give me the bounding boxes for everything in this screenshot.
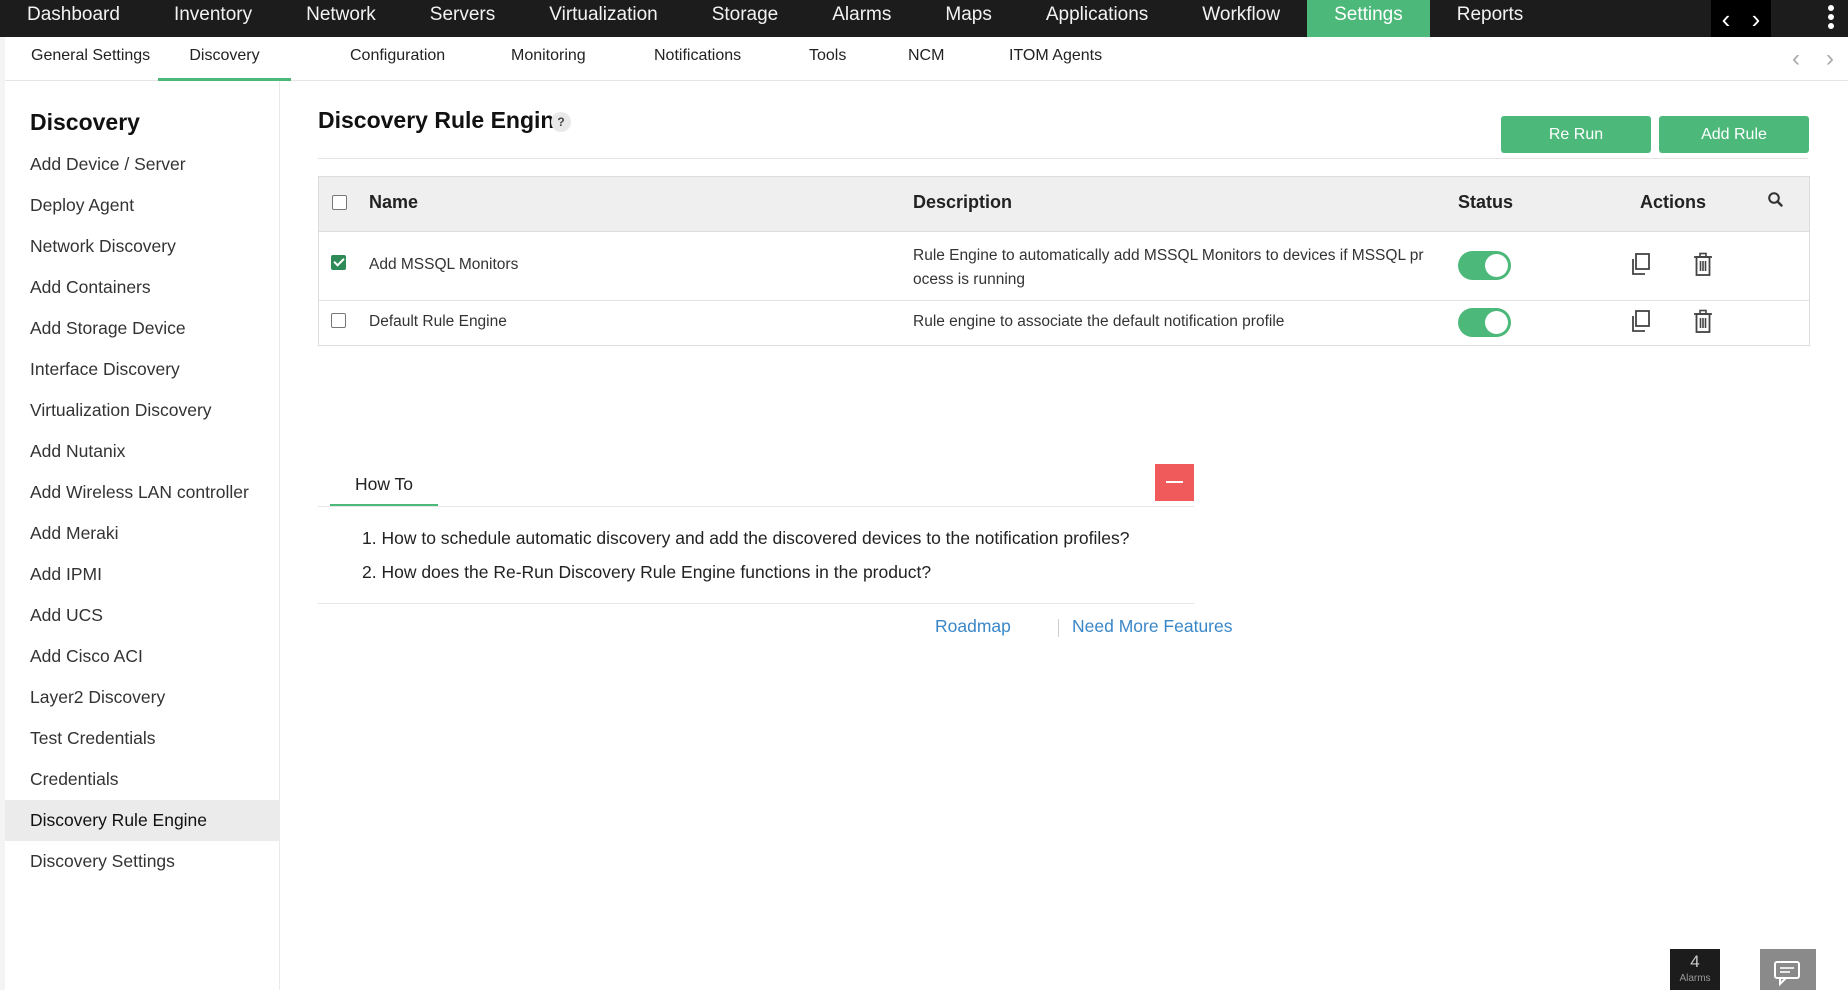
row-checkbox[interactable] [331,313,346,328]
need-more-features-link[interactable]: Need More Features [1072,616,1233,637]
main-content: Discovery Rule Engine ? Re Run Add Rule … [280,81,1848,990]
status-toggle[interactable] [1458,308,1511,337]
sidebar-item-add-nutanix[interactable]: Add Nutanix [5,431,280,472]
sidebar-item-layer2-discovery[interactable]: Layer2 Discovery [5,677,280,718]
top-nav-maps[interactable]: Maps [918,0,1018,37]
page-title: Discovery Rule Engine [318,107,568,133]
chevron-right-icon[interactable]: › [1752,4,1761,34]
rerun-button[interactable]: Re Run [1501,116,1651,153]
top-nav-workflow[interactable]: Workflow [1175,0,1307,37]
rule-description-line: Rule engine to associate the default not… [913,313,1285,330]
rule-description-line: ocess is running [913,271,1026,288]
tab-how-to[interactable]: How To [330,462,438,506]
link-separator [1058,619,1059,637]
howto-question-link[interactable]: 1. How to schedule automatic discovery a… [362,528,1130,549]
top-nav-dashboard[interactable]: Dashboard [0,0,147,37]
alarm-count-badge[interactable]: 4 Alarms [1670,949,1720,990]
row-checkbox[interactable] [331,255,346,270]
top-nav-scroll: ‹ › [1711,0,1771,37]
rules-table: Name Description Status Actions Add MSSQ… [318,176,1810,346]
column-header-status[interactable]: Status [1458,177,1513,228]
sidebar-item-add-cisco-aci[interactable]: Add Cisco ACI [5,636,280,677]
search-icon[interactable] [1767,191,1784,208]
trash-icon[interactable] [1691,252,1715,278]
sidebar-item-add-ipmi[interactable]: Add IPMI [5,554,280,595]
title-divider [318,158,1808,159]
collapse-icon[interactable] [1155,464,1194,501]
tab-discovery[interactable]: Discovery [158,37,291,81]
sidebar: Discovery Add Device / Server Deploy Age… [5,81,280,990]
copy-icon[interactable] [1629,252,1653,278]
sidebar-item-virtualization-discovery[interactable]: Virtualization Discovery [5,390,280,431]
sidebar-item-add-ucs[interactable]: Add UCS [5,595,280,636]
sidebar-item-interface-discovery[interactable]: Interface Discovery [5,349,280,390]
alarm-label: Alarms [1679,973,1711,984]
copy-icon[interactable] [1629,309,1653,335]
table-header: Name Description Status Actions [319,177,1809,232]
howto-divider [318,506,1194,507]
roadmap-link[interactable]: Roadmap [935,616,1011,637]
top-nav-network[interactable]: Network [279,0,403,37]
sidebar-item-test-credentials[interactable]: Test Credentials [5,718,280,759]
sidebar-title: Discovery [30,109,140,135]
chat-icon [1774,961,1800,987]
tab-itom-agents[interactable]: ITOM Agents [1009,37,1102,81]
more-menu-icon[interactable] [1821,3,1841,33]
sub-nav: General Settings Discovery Configuration… [5,37,1848,81]
help-icon[interactable]: ? [551,112,571,132]
chevron-left-icon[interactable]: ‹ [1722,4,1731,34]
top-nav-servers[interactable]: Servers [403,0,522,37]
howto-bottom-divider [318,603,1194,604]
sidebar-item-credentials[interactable]: Credentials [5,759,280,800]
top-nav-alarms[interactable]: Alarms [805,0,918,37]
column-header-name[interactable]: Name [369,177,418,228]
table-row: Add MSSQL Monitors Rule Engine to automa… [319,232,1809,301]
column-header-actions: Actions [1640,192,1707,212]
sidebar-item-discovery-settings[interactable]: Discovery Settings [5,841,280,882]
top-nav-reports[interactable]: Reports [1430,0,1551,37]
tab-tools[interactable]: Tools [809,37,846,81]
top-nav-settings[interactable]: Settings [1307,0,1430,37]
top-nav-items: Dashboard Inventory Network Servers Virt… [0,0,1550,37]
top-nav: Dashboard Inventory Network Servers Virt… [0,0,1848,37]
sidebar-item-network-discovery[interactable]: Network Discovery [5,226,280,267]
rule-name[interactable]: Add MSSQL Monitors [369,256,518,274]
sidebar-item-add-containers[interactable]: Add Containers [5,267,280,308]
rule-description: Rule Engine to automatically add MSSQL M… [913,244,1443,292]
top-nav-virtualization[interactable]: Virtualization [522,0,684,37]
rule-description-line: Rule Engine to automatically add MSSQL M… [913,247,1424,264]
sidebar-item-deploy-agent[interactable]: Deploy Agent [5,185,280,226]
top-nav-storage[interactable]: Storage [685,0,806,37]
rule-name[interactable]: Default Rule Engine [369,313,507,331]
sidebar-item-add-storage-device[interactable]: Add Storage Device [5,308,280,349]
sidebar-item-add-wireless-lan-controller[interactable]: Add Wireless LAN controller [5,472,280,513]
tab-notifications[interactable]: Notifications [654,37,741,81]
column-header-description[interactable]: Description [913,177,1012,228]
chat-button[interactable] [1760,949,1816,990]
top-nav-applications[interactable]: Applications [1019,0,1175,37]
sidebar-item-add-meraki[interactable]: Add Meraki [5,513,280,554]
alarm-count: 4 [1690,952,1700,971]
tab-ncm[interactable]: NCM [908,37,944,81]
chevron-right-icon[interactable]: › [1826,45,1834,73]
add-rule-button[interactable]: Add Rule [1659,116,1809,153]
top-nav-inventory[interactable]: Inventory [147,0,279,37]
sidebar-item-add-device-server[interactable]: Add Device / Server [5,144,280,185]
table-row: Default Rule Engine Rule engine to assoc… [319,301,1809,345]
chevron-left-icon[interactable]: ‹ [1792,45,1800,73]
tab-general-settings[interactable]: General Settings [31,37,150,81]
rule-description: Rule engine to associate the default not… [913,313,1443,331]
trash-icon[interactable] [1691,309,1715,335]
status-toggle[interactable] [1458,251,1511,280]
tab-configuration[interactable]: Configuration [350,37,445,81]
sidebar-item-discovery-rule-engine[interactable]: Discovery Rule Engine [5,800,280,841]
select-all-checkbox[interactable] [332,195,347,210]
tab-monitoring[interactable]: Monitoring [511,37,586,81]
howto-question-link[interactable]: 2. How does the Re-Run Discovery Rule En… [362,562,931,583]
